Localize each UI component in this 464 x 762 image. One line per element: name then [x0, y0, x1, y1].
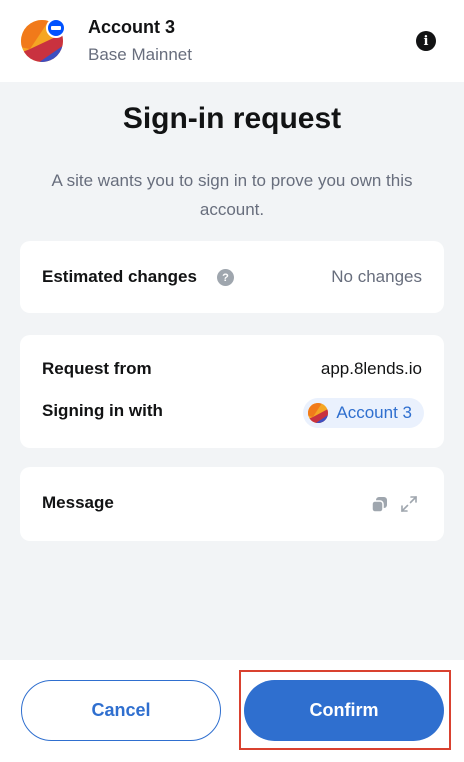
signing-account-pill[interactable]: Account 3	[303, 398, 424, 428]
cancel-button[interactable]: Cancel	[21, 680, 221, 741]
signing-account-name: Account 3	[336, 403, 412, 422]
account-avatar-small-icon	[308, 403, 329, 423]
info-icon[interactable]: i	[416, 31, 436, 51]
page-subtitle: A site wants you to sign in to prove you…	[51, 171, 413, 219]
footer-actions: Cancel Confirm	[0, 660, 464, 762]
request-from-value[interactable]: app.8lends.io	[321, 359, 422, 379]
page-title: Sign-in request	[122, 102, 342, 135]
estimated-changes-card: Estimated changes ? No changes	[20, 241, 444, 313]
message-card: Message	[20, 467, 444, 541]
account-header: Account 3 Base Mainnet i	[0, 0, 464, 82]
estimated-changes-label: Estimated changes	[42, 267, 197, 286]
message-label: Message	[42, 493, 114, 512]
copy-icon[interactable]	[371, 496, 388, 518]
estimated-changes-value: No changes	[331, 267, 422, 286]
account-avatar	[20, 18, 66, 63]
expand-icon[interactable]	[400, 495, 418, 518]
request-from-label: Request from	[42, 359, 152, 378]
signing-in-with-label: Signing in with	[42, 401, 163, 420]
account-name: Account 3	[88, 17, 176, 37]
request-details-card: Request from app.8lends.io Signing in wi…	[20, 335, 444, 448]
question-icon[interactable]: ?	[217, 269, 234, 286]
network-name: Base Mainnet	[88, 45, 192, 64]
network-badge	[46, 18, 66, 38]
confirm-button[interactable]: Confirm	[244, 680, 444, 741]
